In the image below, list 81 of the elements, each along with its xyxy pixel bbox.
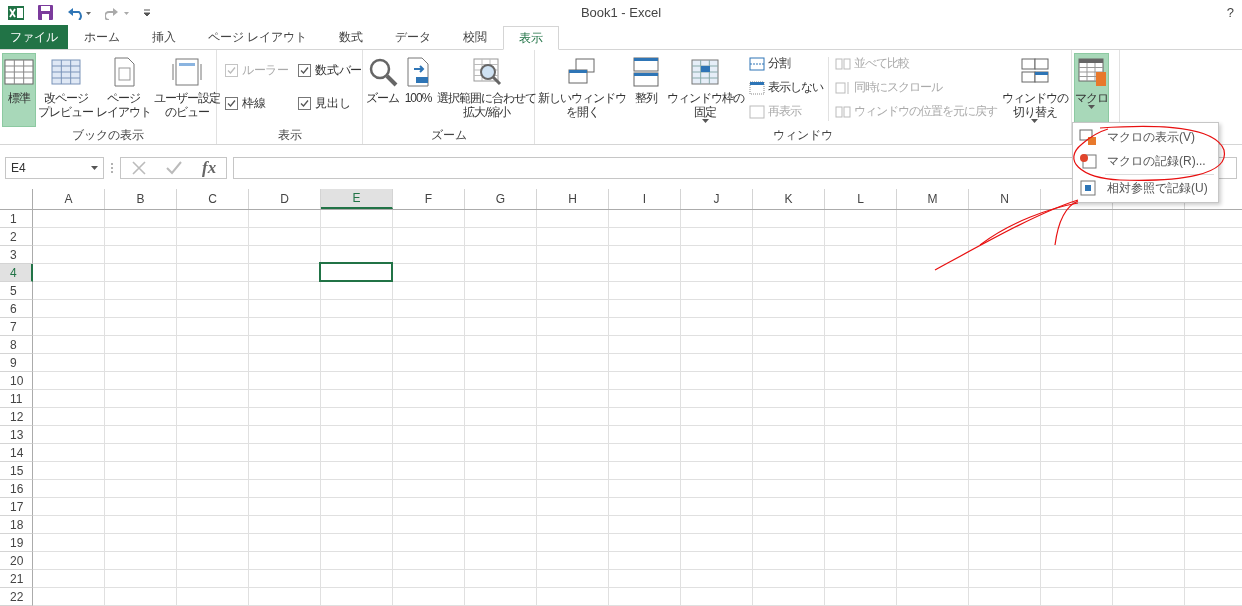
caret-icon [91, 166, 98, 170]
cancel-icon [130, 160, 147, 176]
row-header[interactable]: 15 [0, 462, 33, 480]
split-icon [749, 56, 765, 71]
row-header[interactable]: 16 [0, 480, 33, 498]
row-header[interactable]: 17 [0, 498, 33, 516]
sync-scroll-icon [834, 80, 851, 95]
window-title: Book1 - Excel [580, 5, 662, 20]
group-label: 表示 [277, 127, 302, 144]
ribbon-button[interactable]: 整列 [629, 53, 664, 127]
page-break-icon [49, 56, 82, 88]
row-header[interactable]: 2 [0, 228, 33, 246]
checkmark-icon [300, 99, 310, 108]
ribbon-button[interactable]: 新しいウィンドウ を開く [537, 53, 627, 127]
checkbox-option[interactable]: 枠線 [225, 95, 289, 112]
custom-view-icon [171, 56, 203, 88]
ribbon-tab[interactable]: 表示 [503, 26, 560, 50]
check-icon [166, 160, 183, 176]
group-label: ズーム [430, 127, 467, 144]
row-header[interactable]: 13 [0, 426, 33, 444]
row-header[interactable]: 12 [0, 408, 33, 426]
menu-item[interactable]: マクロの表示(V) [1073, 125, 1218, 149]
row-header[interactable]: 5 [0, 282, 33, 300]
record-macro-icon [1079, 152, 1097, 170]
hide-window-icon [749, 80, 765, 95]
ribbon-small-button[interactable]: 表示しない [749, 79, 823, 96]
row-header[interactable]: 4 [0, 264, 33, 282]
row-header[interactable]: 22 [0, 588, 33, 606]
help-button[interactable]: ? [1226, 5, 1234, 20]
relative-record-icon [1079, 179, 1097, 197]
row-header[interactable]: 20 [0, 552, 33, 570]
menu-item[interactable]: 相対参照で記録(U) [1073, 176, 1218, 200]
name-box[interactable]: E4 [5, 157, 104, 179]
ribbon-small-button[interactable]: 分割 [749, 55, 823, 72]
macro-icon [1075, 56, 1108, 88]
row-header[interactable]: 1 [0, 210, 33, 228]
ribbon-button[interactable]: 100% [401, 53, 435, 127]
row-header[interactable]: 7 [0, 318, 33, 336]
ribbon-button[interactable]: 標準 [2, 53, 36, 127]
undo-icon [67, 5, 91, 20]
column-header[interactable]: E [321, 189, 393, 209]
row-header[interactable]: 14 [0, 444, 33, 462]
ribbon-button[interactable]: ウィンドウの 切り替え [1000, 53, 1069, 127]
row-header[interactable]: 19 [0, 534, 33, 552]
window-icon [749, 104, 765, 119]
freeze-panes-icon [689, 56, 722, 88]
side-by-side-icon [834, 56, 851, 71]
ribbon-button[interactable]: ページ レイアウト [95, 53, 152, 127]
grip-icon [110, 162, 114, 174]
group-label: ブックの表示 [72, 127, 144, 144]
ribbon-button[interactable]: ユーザー設定 のビュー [153, 53, 221, 127]
redo-icon [105, 5, 129, 20]
row-header[interactable]: 6 [0, 300, 33, 318]
ribbon-button[interactable]: ウィンドウ枠の 固定 [665, 53, 745, 127]
row-header[interactable]: 9 [0, 354, 33, 372]
menu-item[interactable]: マクロの記録(R)... [1073, 149, 1218, 173]
macro-list-icon [1079, 128, 1097, 146]
reset-position-icon [834, 104, 851, 119]
spreadsheet-logo-icon [8, 4, 24, 21]
ribbon-button[interactable]: 選択範囲に合わせて 拡大/縮小 [436, 53, 537, 127]
checkmark-icon [227, 66, 236, 75]
row-header[interactable]: 18 [0, 516, 33, 534]
zoom-selection-icon [470, 56, 503, 88]
row-header[interactable]: 3 [0, 246, 33, 264]
checkbox-option[interactable]: 見出し [298, 95, 362, 112]
ribbon-button[interactable]: ズーム [365, 53, 400, 127]
checkmark-icon [300, 66, 310, 75]
row-header[interactable]: 10 [0, 372, 33, 390]
insert-function-button[interactable]: fx [202, 158, 217, 178]
checkbox-option[interactable]: 数式バー [298, 62, 362, 79]
sheet-grid-icon [3, 56, 35, 88]
save-icon [38, 5, 53, 20]
ribbon-button[interactable]: 改ページ プレビュー [37, 53, 94, 127]
row-header[interactable]: 11 [0, 390, 33, 408]
checkmark-icon [227, 99, 236, 108]
customize-toolbar-icon [143, 8, 151, 17]
selected-cell[interactable] [319, 262, 393, 282]
row-header[interactable]: 21 [0, 570, 33, 588]
row-header[interactable]: 8 [0, 336, 33, 354]
group-label: ウィンドウ [773, 127, 833, 144]
file-tab[interactable]: ファイル [0, 25, 68, 49]
